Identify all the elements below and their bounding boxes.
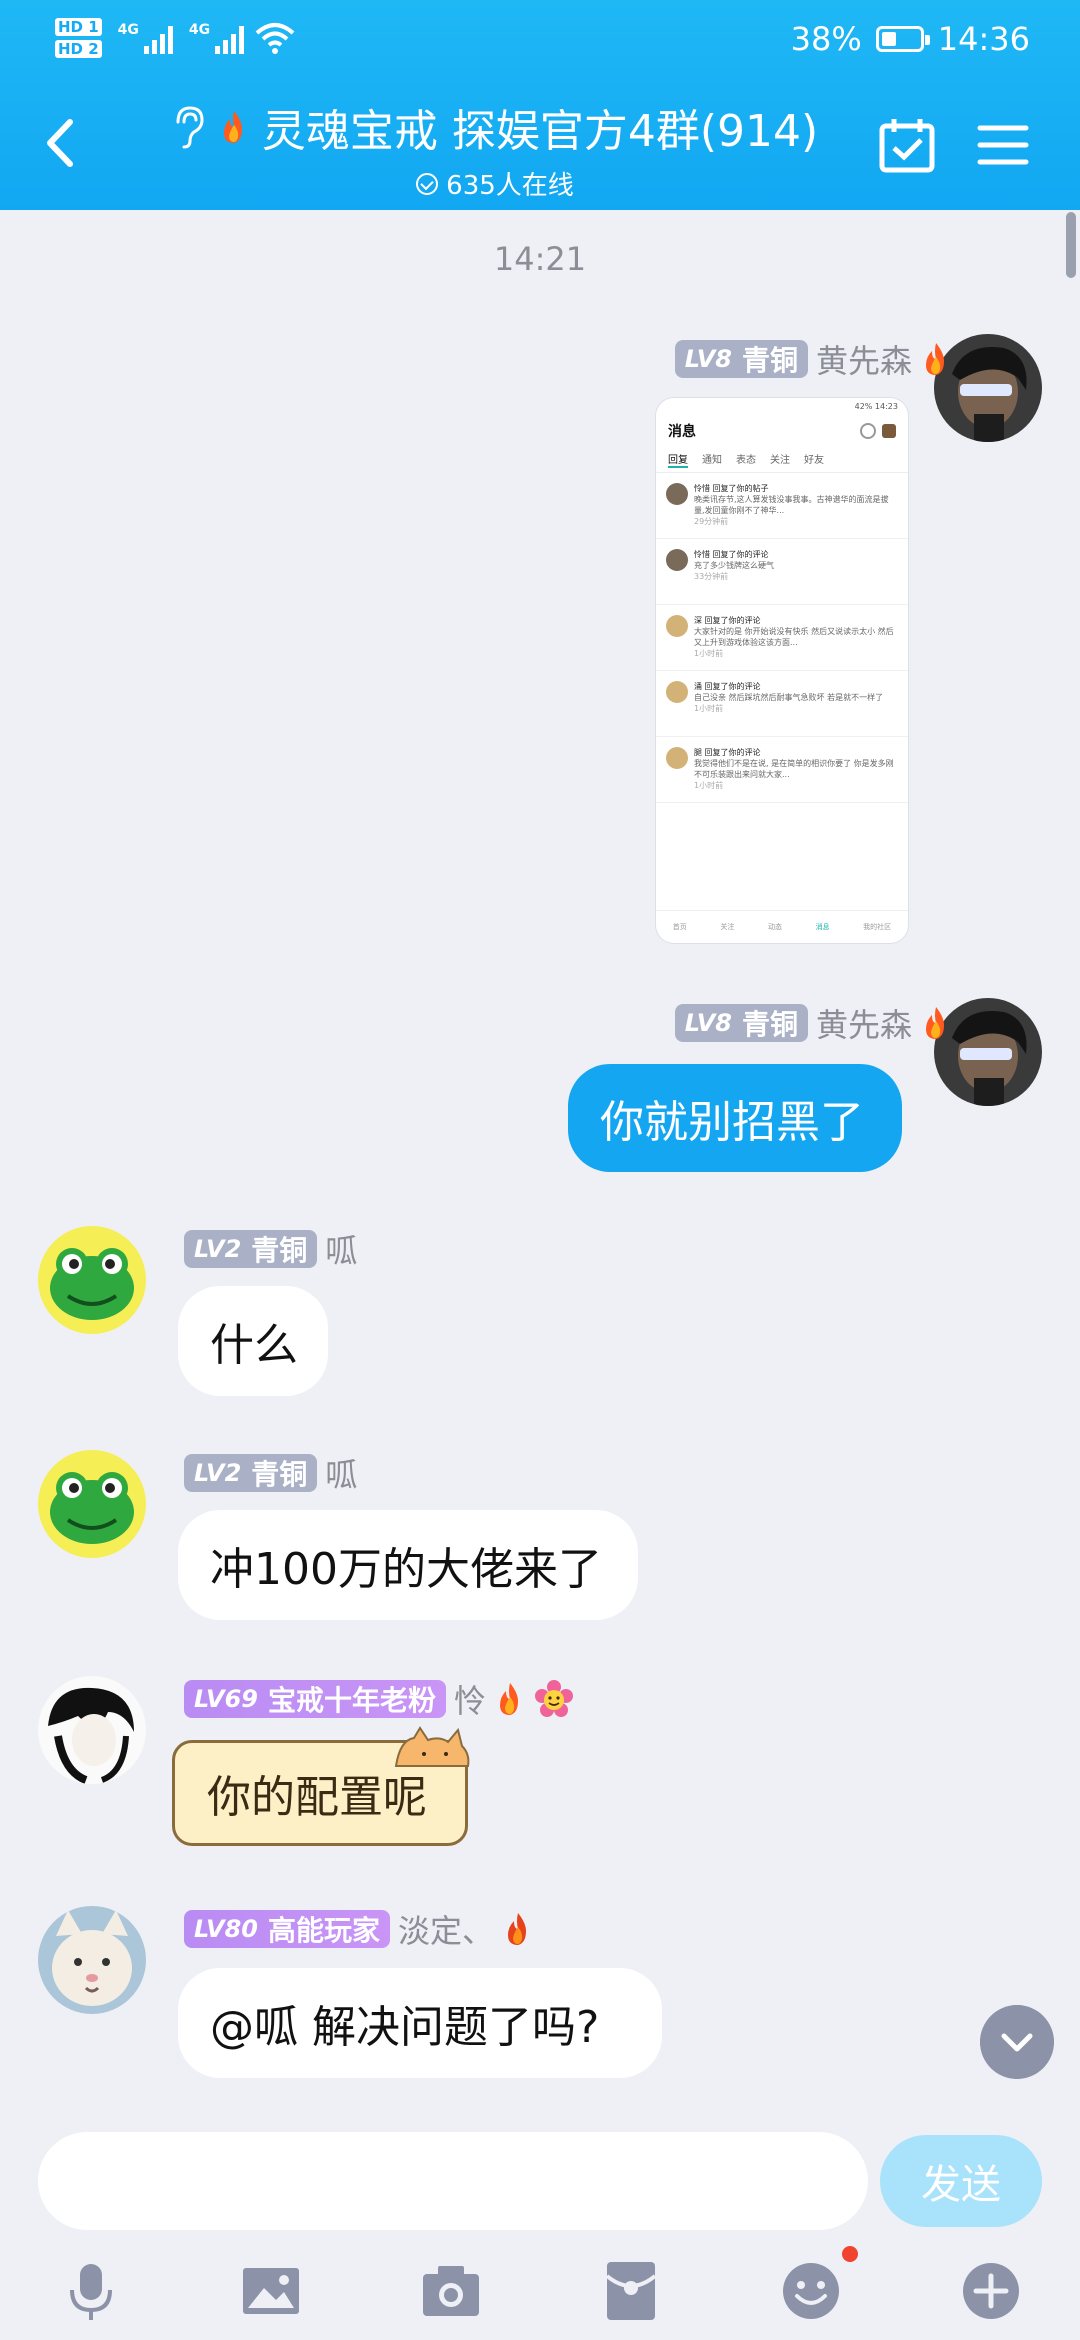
ss-list-item: 腿 回复了你的评论 我觉得他们不是在说, 是在简单的相识你要了 你是发多刚不可乐装… — [656, 737, 908, 803]
level-badge: LV2 青铜 — [184, 1230, 318, 1268]
hd1-badge: HD 1 — [55, 18, 102, 36]
online-check-icon — [416, 172, 439, 195]
ss-avatar — [882, 424, 896, 438]
hd2-badge: HD 2 — [55, 40, 102, 58]
sender-name[interactable]: 怜 — [454, 1676, 486, 1722]
fire-icon — [926, 1007, 944, 1039]
ss-list-item: 深 回复了你的评论 大家针对的是 你开始说没有快乐 然后又说读示太小 然后又上升到… — [656, 605, 908, 671]
ss-settings-icon — [860, 423, 876, 439]
message-meta: LV80 高能玩家 淡定、 — [184, 1906, 534, 1952]
online-count: 635人在线 — [446, 171, 574, 201]
level-badge: LV2 青铜 — [184, 1454, 318, 1492]
ss-status-bar: 42% 14:23 — [854, 402, 898, 411]
network-indicators: HD 1 HD 2 4G 4G — [55, 14, 296, 62]
back-icon[interactable] — [30, 108, 90, 178]
status-bar: HD 1 HD 2 4G 4G 38% 14:36 — [0, 0, 1080, 75]
message-meta: LV69 宝戒十年老粉 怜 — [184, 1676, 574, 1722]
chat-timestamp: 14:21 — [493, 240, 587, 278]
sender-name[interactable]: 呱 — [325, 1226, 357, 1272]
message-meta: LV8 青铜 黄先森 — [674, 1000, 952, 1046]
mic-icon[interactable] — [58, 2258, 124, 2324]
message-meta: LV2 青铜 呱 — [184, 1450, 357, 1496]
flower-emoji-icon — [535, 1680, 573, 1717]
message-bubble[interactable]: 冲100万的大佬来了 — [178, 1510, 638, 1620]
ss-avatar — [666, 747, 688, 769]
menu-icon[interactable] — [968, 110, 1038, 180]
message-meta: LV8 青铜 黄先森 — [674, 336, 952, 382]
level-badge: LV8 青铜 — [674, 340, 808, 378]
emoji-icon[interactable] — [778, 2258, 844, 2324]
sender-name[interactable]: 呱 — [325, 1450, 357, 1496]
message-input[interactable] — [38, 2132, 868, 2230]
avatar[interactable] — [38, 1906, 146, 2014]
message-bubble[interactable]: 你就别招黑了 — [568, 1064, 902, 1172]
ss-bottom-nav: 首页 关注 动态 消息 我的社区 — [656, 910, 908, 943]
ss-avatar — [666, 549, 688, 571]
calendar-check-icon[interactable] — [872, 110, 942, 180]
red-packet-icon[interactable] — [598, 2258, 664, 2324]
status-right: 38% 14:36 — [791, 20, 1030, 58]
shared-screenshot-image[interactable]: 42% 14:23 消息 回复 通知 表态 关注 好友 怜惜 回复了你的帖子 晚类… — [656, 398, 908, 943]
fire-icon — [508, 1913, 526, 1945]
signal-2-icon: 4G — [189, 22, 245, 54]
ss-avatar — [666, 681, 688, 703]
ss-avatar — [666, 615, 688, 637]
send-button[interactable]: 发送 — [880, 2135, 1042, 2227]
wifi-icon — [255, 23, 295, 54]
ss-avatar — [666, 483, 688, 505]
signal-1-icon: 4G — [118, 22, 173, 54]
message-meta: LV2 青铜 呱 — [184, 1226, 357, 1272]
fire-icon — [926, 343, 944, 375]
ss-title: 消息 — [656, 415, 908, 447]
sender-name[interactable]: 黄先森 — [816, 1000, 912, 1046]
ss-list-item: 怜惜 回复了你的帖子 晚类讯存节,这人算发钱没事我事。古神谱华的面流是拔量,发回童… — [656, 473, 908, 539]
battery-icon — [875, 26, 930, 52]
battery-percent: 38% — [790, 20, 862, 58]
cat-bubble-decoration-icon — [394, 1726, 470, 1767]
avatar[interactable] — [38, 1676, 146, 1784]
ss-list-item: 怜惜 回复了你的评论 充了多少钱牌这么硬气 33分钟前 — [656, 539, 908, 605]
level-badge: LV69 宝戒十年老粉 — [184, 1680, 446, 1718]
message-bubble[interactable]: 什么 — [178, 1286, 328, 1396]
plus-icon[interactable] — [958, 2258, 1024, 2324]
level-badge: LV80 高能玩家 — [184, 1910, 390, 1948]
fire-icon — [223, 111, 242, 143]
notification-dot — [842, 2246, 858, 2262]
group-name: 灵魂宝戒 探娱官方4群(914) — [261, 106, 819, 157]
camera-icon[interactable] — [418, 2258, 484, 2324]
level-badge: LV8 青铜 — [674, 1004, 808, 1042]
avatar[interactable] — [38, 1226, 146, 1334]
ss-list-item: 涌 回复了你的评论 自己没亲 然后踩坑然后耐事气急败坏 若是就不一样了 1小时前 — [656, 671, 908, 737]
message-bubble[interactable]: @呱 解决问题了吗? — [178, 1968, 662, 2078]
ss-tabs: 回复 通知 表态 关注 好友 — [656, 447, 908, 473]
input-toolbar — [0, 2250, 1080, 2340]
avatar[interactable] — [38, 1450, 146, 1558]
sender-name[interactable]: 黄先森 — [816, 336, 912, 382]
sender-name[interactable]: 淡定、 — [398, 1906, 494, 1952]
chat-header: HD 1 HD 2 4G 4G 38% 14:36 灵魂宝戒 探娱官方4群(91… — [0, 0, 1080, 210]
clock: 14:36 — [937, 20, 1030, 58]
fire-icon — [500, 1683, 518, 1715]
scroll-to-bottom-icon[interactable] — [980, 2005, 1054, 2079]
group-title[interactable]: 灵魂宝戒 探娱官方4群(914) 635人在线 — [150, 95, 840, 202]
image-icon[interactable] — [238, 2258, 304, 2324]
ear-icon[interactable] — [172, 104, 206, 150]
